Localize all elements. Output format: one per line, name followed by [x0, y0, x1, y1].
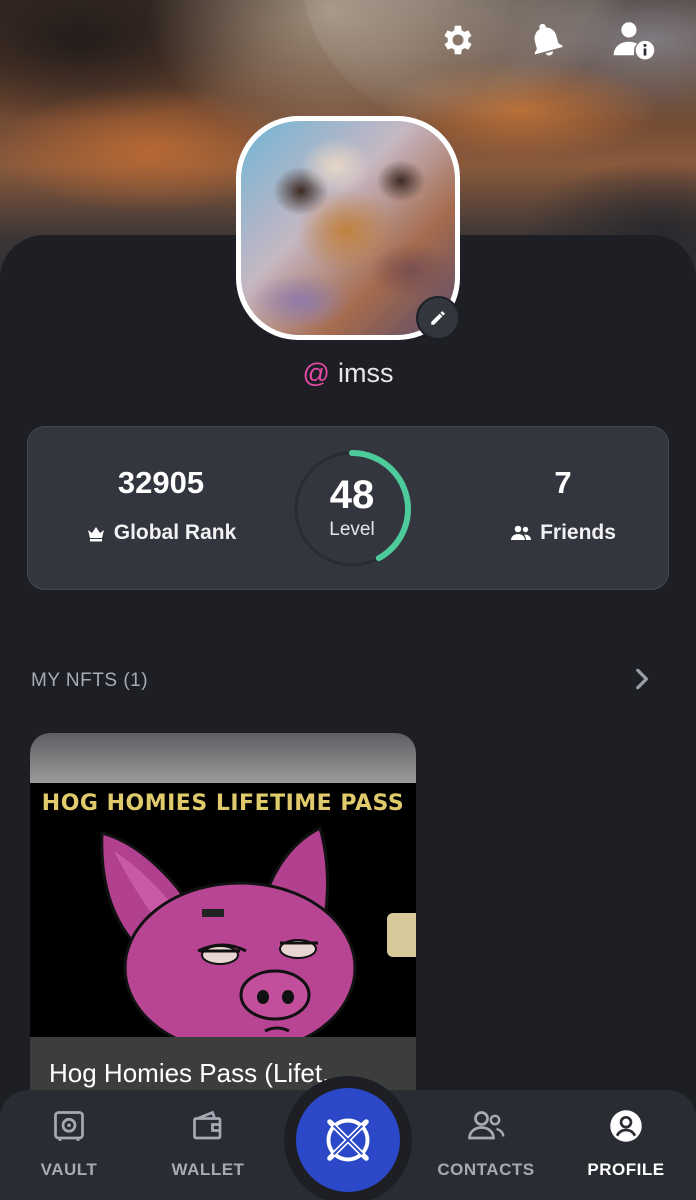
top-action-bar — [436, 18, 656, 62]
friends-label-row: Friends — [468, 521, 658, 545]
nft-banner-text: Hog Homies Lifetime Pass — [41, 790, 405, 816]
profile-icon — [610, 1110, 642, 1142]
vault-icon — [54, 1111, 84, 1141]
nft-caption-text: Hog Homies Pass (Lifet... — [49, 1057, 344, 1088]
global-rank-stat[interactable]: 32905 Global Rank — [56, 465, 266, 545]
nav-contacts-label: CONTACTS — [437, 1160, 535, 1179]
elrond-logo-icon — [326, 1118, 370, 1162]
username-text: imss — [337, 358, 394, 388]
friends-stat[interactable]: 7 Friends — [468, 465, 658, 545]
level-value: 48 — [329, 473, 375, 517]
global-rank-label: Global Rank — [113, 521, 237, 544]
wallet-icon — [193, 1110, 222, 1140]
nav-vault-label: VAULT — [40, 1160, 98, 1179]
nav-vault[interactable]: VAULT — [9, 1106, 129, 1180]
bell-icon — [534, 23, 563, 56]
people-icon — [511, 525, 532, 540]
my-nfts-title: MY NFTS (1) — [31, 670, 149, 691]
nft-banner: Hog Homies Lifetime Pass — [30, 783, 416, 823]
edit-avatar-button[interactable] — [416, 296, 460, 340]
chevron-right-icon[interactable] — [628, 666, 654, 692]
level-label: Level — [329, 519, 375, 540]
friends-value: 7 — [554, 465, 572, 500]
notifications-button[interactable] — [524, 18, 568, 62]
username-label: @ imss — [0, 358, 696, 389]
nav-contacts[interactable]: CONTACTS — [426, 1106, 546, 1180]
center-action-button[interactable] — [296, 1088, 400, 1192]
global-rank-label-row: Global Rank — [56, 521, 266, 545]
contacts-icon — [468, 1111, 505, 1140]
nft-card-top — [30, 733, 416, 783]
nav-profile-label: PROFILE — [587, 1160, 665, 1179]
account-info-button[interactable] — [612, 18, 656, 62]
global-rank-value: 32905 — [117, 465, 205, 500]
nav-wallet[interactable]: WALLET — [148, 1106, 268, 1180]
level-indicator: 48 Level — [292, 449, 412, 569]
stats-card: 32905 Global Rank 48 Level 7 Friends — [27, 426, 669, 590]
at-symbol: @ — [302, 358, 330, 388]
pig-illustration — [100, 825, 357, 1043]
pencil-icon — [431, 311, 445, 325]
gear-icon — [444, 25, 472, 55]
user-info-icon — [613, 22, 655, 60]
settings-button[interactable] — [436, 18, 480, 62]
nav-profile[interactable]: PROFILE — [566, 1106, 686, 1180]
friends-label: Friends — [540, 521, 616, 544]
nav-wallet-label: WALLET — [171, 1160, 245, 1179]
crown-icon — [87, 527, 104, 542]
nft-card-chip — [387, 913, 416, 957]
nft-card[interactable]: Hog Homies Lifetime Pass Hog Homies Pass… — [30, 733, 416, 1109]
